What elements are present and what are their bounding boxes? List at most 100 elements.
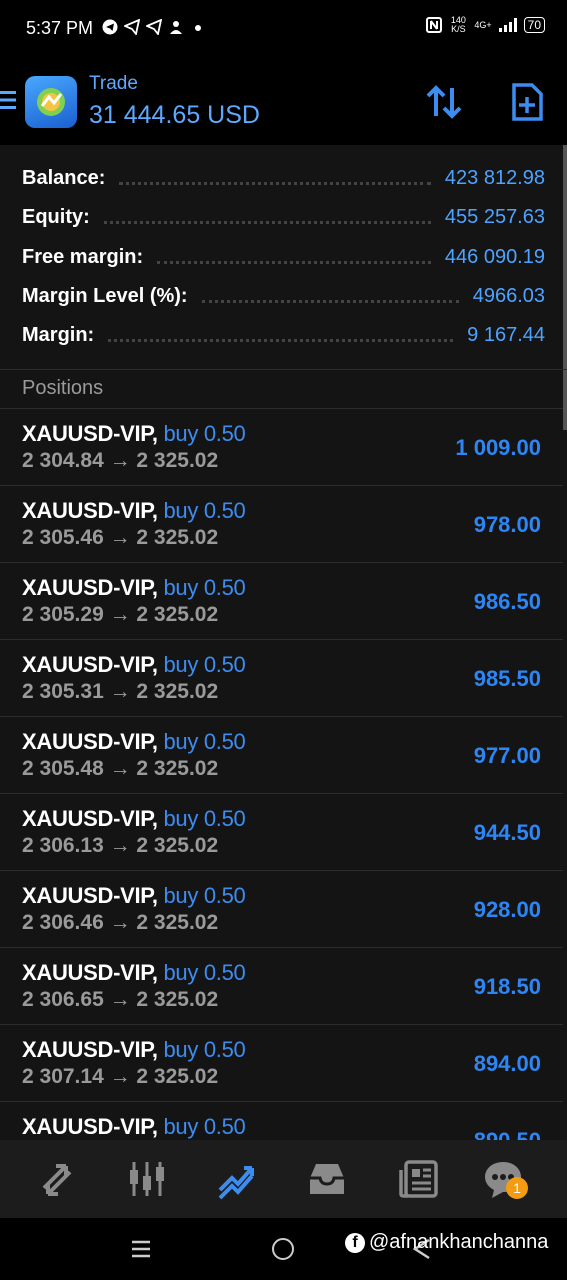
bottom-tab-bar	[0, 1140, 567, 1218]
hamburger-menu-icon[interactable]	[0, 90, 16, 110]
summary-label: Equity:	[22, 205, 90, 228]
trade-content[interactable]: Balance: 423 812.98 Equity: 455 257.63 F…	[0, 145, 567, 1140]
header-balance: 31 444.65 USD	[89, 101, 260, 129]
status-bar: 5:37 PM 140 K/S 4G+ 70	[0, 0, 567, 58]
position-prices: 2 306.46 → 2 325.02	[22, 911, 219, 934]
summary-label: Balance:	[22, 166, 106, 189]
chart-icon[interactable]	[126, 1158, 168, 1200]
screen-title: Trade	[89, 73, 138, 94]
position-row[interactable]: XAUUSD-VIP, buy 0.50 2 306.65 → 2 325.02…	[0, 947, 563, 1024]
messages-badge: 1	[506, 1177, 528, 1199]
history-icon[interactable]	[306, 1158, 348, 1200]
position-symbol: XAUUSD-VIP, buy 0.50	[22, 421, 246, 446]
position-profit: 918.50	[473, 974, 541, 999]
position-symbol: XAUUSD-VIP, buy 0.50	[22, 498, 246, 523]
network-type: 4G+	[474, 19, 492, 30]
home-button[interactable]	[272, 1238, 294, 1260]
facebook-icon: f	[345, 1232, 365, 1253]
position-profit: 944.50	[473, 820, 541, 845]
position-prices: 2 304.84 → 2 325.02	[22, 449, 219, 472]
positions-heading: Positions	[22, 377, 104, 399]
position-prices: 2 305.29 → 2 325.02	[22, 603, 219, 626]
position-symbol: XAUUSD-VIP, buy 0.50	[22, 806, 246, 831]
position-symbol: XAUUSD-VIP, buy 0.50	[22, 652, 246, 677]
position-symbol: XAUUSD-VIP, buy 0.50	[22, 883, 246, 908]
trade-icon[interactable]	[216, 1158, 258, 1200]
app-header: Trade 31 444.65 USD	[0, 60, 567, 144]
telegram-icon	[124, 19, 140, 35]
telegram-icon	[146, 19, 162, 35]
position-type: buy 0.50	[163, 498, 246, 523]
recent-apps-icon[interactable]	[130, 1238, 152, 1260]
position-symbol: XAUUSD-VIP, buy 0.50	[22, 1114, 246, 1139]
nfc-icon	[426, 17, 443, 33]
position-type: buy 0.50	[163, 806, 246, 831]
dotted-leader	[119, 181, 431, 185]
position-type: buy 0.50	[163, 421, 246, 446]
status-right: 140 K/S 4G+ 70	[426, 16, 545, 34]
dot-icon	[195, 25, 201, 31]
position-profit: 985.50	[473, 666, 541, 691]
watermark: f @afnankhanchanna	[345, 1231, 548, 1254]
position-type: buy 0.50	[163, 1037, 246, 1062]
position-row[interactable]: XAUUSD-VIP, buy 0.50 890.50	[0, 1101, 563, 1140]
summary-label: Margin Level (%):	[22, 284, 188, 307]
position-profit: 890.50	[474, 1128, 541, 1140]
sort-icon[interactable]	[424, 82, 464, 122]
position-symbol: XAUUSD-VIP, buy 0.50	[22, 960, 246, 985]
position-profit: 977.00	[473, 743, 541, 768]
position-type: buy 0.50	[163, 1114, 246, 1139]
position-prices: 2 305.31 → 2 325.02	[22, 680, 219, 703]
status-time: 5:37 PM	[26, 18, 94, 38]
position-row[interactable]: XAUUSD-VIP, buy 0.50 2 305.46 → 2 325.02…	[0, 485, 563, 562]
position-type: buy 0.50	[163, 575, 246, 600]
position-type: buy 0.50	[163, 652, 246, 677]
quotes-icon[interactable]	[36, 1158, 78, 1200]
battery-indicator: 70	[523, 17, 545, 33]
position-prices: 2 307.14 → 2 325.02	[22, 1065, 219, 1088]
position-profit: 986.50	[473, 589, 541, 614]
telegram-circle-icon	[102, 19, 118, 35]
summary-value: 423 812.98	[444, 166, 545, 189]
position-profit: 1 009.00	[455, 435, 541, 460]
summary-free-margin: Free margin: 446 090.19	[22, 242, 545, 272]
position-type: buy 0.50	[163, 883, 246, 908]
metatrader-logo	[25, 76, 77, 128]
dotted-leader	[157, 260, 431, 264]
position-symbol: XAUUSD-VIP, buy 0.50	[22, 1037, 246, 1062]
position-row[interactable]: XAUUSD-VIP, buy 0.50 2 306.46 → 2 325.02…	[0, 870, 563, 947]
position-row[interactable]: XAUUSD-VIP, buy 0.50 2 304.84 → 2 325.02…	[0, 408, 563, 485]
position-row[interactable]: XAUUSD-VIP, buy 0.50 2 305.48 → 2 325.02…	[0, 716, 563, 793]
position-row[interactable]: XAUUSD-VIP, buy 0.50 2 305.31 → 2 325.02…	[0, 639, 563, 716]
position-symbol: XAUUSD-VIP, buy 0.50	[22, 729, 246, 754]
position-prices: 2 306.13 → 2 325.02	[22, 834, 219, 857]
position-prices: 2 306.65 → 2 325.02	[22, 988, 219, 1011]
summary-value: 446 090.19	[444, 245, 545, 268]
signal-icon	[498, 18, 517, 32]
summary-margin-level: Margin Level (%): 4966.03	[22, 281, 545, 311]
dotted-leader	[108, 338, 454, 342]
scrollbar[interactable]	[563, 145, 567, 430]
position-row[interactable]: XAUUSD-VIP, buy 0.50 2 307.14 → 2 325.02…	[0, 1024, 563, 1101]
divider	[0, 369, 567, 370]
summary-label: Margin:	[22, 323, 95, 346]
position-row[interactable]: XAUUSD-VIP, buy 0.50 2 306.13 → 2 325.02…	[0, 793, 563, 870]
position-type: buy 0.50	[163, 729, 246, 754]
position-prices: 2 305.46 → 2 325.02	[22, 526, 219, 549]
position-row[interactable]: XAUUSD-VIP, buy 0.50 2 305.29 → 2 325.02…	[0, 562, 563, 639]
news-icon[interactable]	[398, 1158, 440, 1200]
position-symbol: XAUUSD-VIP, buy 0.50	[22, 575, 246, 600]
summary-value: 4966.03	[472, 284, 545, 307]
notification-icons	[102, 19, 206, 35]
summary-equity: Equity: 455 257.63	[22, 202, 545, 232]
new-order-icon[interactable]	[508, 82, 546, 122]
summary-value: 455 257.63	[444, 205, 545, 228]
dotted-leader	[201, 299, 459, 303]
summary-margin: Margin: 9 167.44	[22, 320, 545, 350]
person-icon	[170, 21, 182, 34]
net-speed: 140 K/S	[450, 15, 466, 34]
position-profit: 928.00	[473, 897, 541, 922]
logo-graphic-icon	[37, 88, 65, 116]
watermark-handle: @afnankhanchanna	[369, 1231, 549, 1253]
position-profit: 894.00	[473, 1051, 541, 1076]
